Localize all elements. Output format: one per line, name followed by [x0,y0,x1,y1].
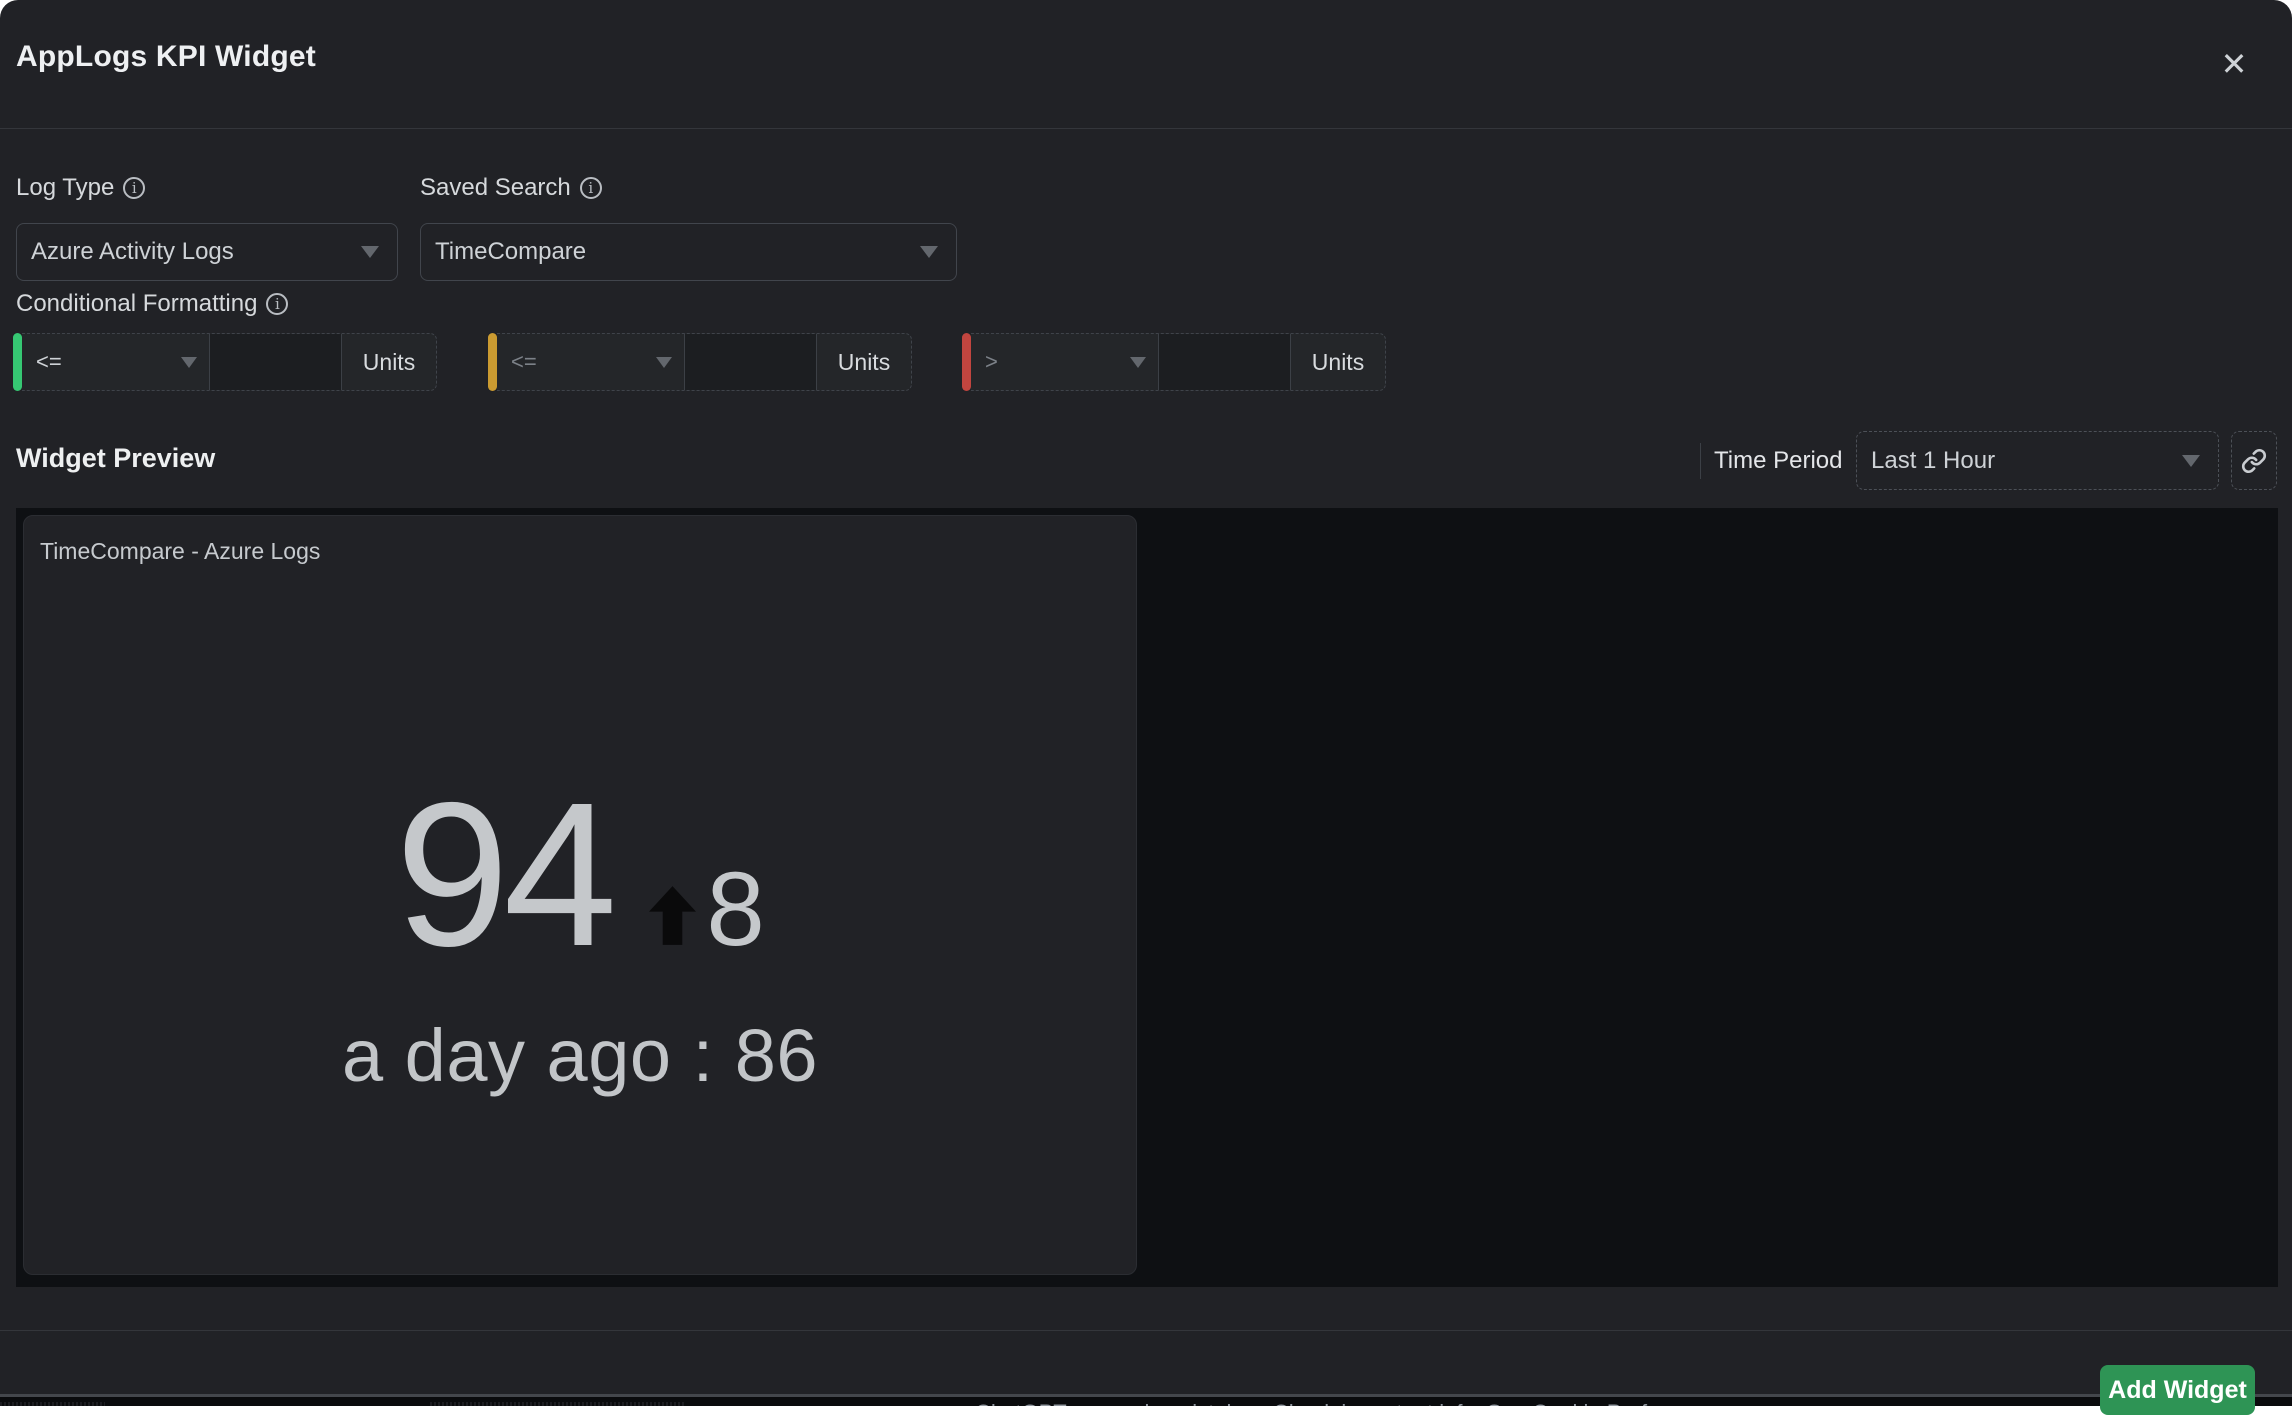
rule-operator-value: > [985,349,998,375]
chevron-down-icon [181,357,197,368]
rule-color-bar [488,333,497,391]
kpi-content: 94 8 a day ago : 86 [24,565,1136,1274]
info-icon[interactable]: i [123,177,145,199]
saved-search-label-row: Saved Search i [420,174,602,202]
time-period-dropdown[interactable]: Last 1 Hour [1856,431,2219,490]
chevron-down-icon [920,246,938,258]
vertical-divider [1700,443,1701,479]
widget-preview-heading: Widget Preview [16,443,215,474]
trend-up-arrow-icon [649,886,696,945]
info-icon[interactable]: i [580,177,602,199]
close-icon[interactable]: ✕ [2212,42,2256,86]
rule-operator-dropdown[interactable]: > [971,334,1158,390]
modal-title: AppLogs KPI Widget [16,40,316,74]
conditional-rule-amber: <= Units [488,333,912,391]
header-divider [0,128,2292,129]
log-type-dropdown[interactable]: Azure Activity Logs [16,223,398,281]
underlying-page-strip: ChatGPT can make mistakes. Check importa… [0,1394,2292,1406]
log-type-label-row: Log Type i [16,174,145,202]
rule-threshold-input[interactable] [1158,334,1291,390]
rule-operator-dropdown[interactable]: <= [497,334,684,390]
chevron-down-icon [656,357,672,368]
kpi-value: 94 [395,772,611,977]
rule-operator-value: <= [511,349,537,375]
log-type-value: Azure Activity Logs [31,238,234,266]
chevron-down-icon [1130,357,1146,368]
applogs-kpi-widget-modal: AppLogs KPI Widget ✕ Log Type i Saved Se… [0,0,2292,1394]
conditional-formatting-label-row: Conditional Formatting i [16,290,288,318]
rule-threshold-input[interactable] [209,334,342,390]
rule-units-label: Units [342,334,436,390]
page-artifact [430,1402,685,1406]
kpi-card-title: TimeCompare - Azure Logs [24,516,1136,565]
copy-link-button[interactable] [2231,431,2277,490]
rule-operator-dropdown[interactable]: <= [22,334,209,390]
add-widget-button[interactable]: Add Widget [2100,1365,2255,1415]
conditional-formatting-label: Conditional Formatting [16,290,257,318]
rule-color-bar [962,333,971,391]
chevron-down-icon [361,246,379,258]
log-type-label: Log Type [16,174,114,202]
conditional-rule-green: <= Units [13,333,437,391]
time-period-label: Time Period [1714,447,1842,475]
conditional-rule-red: > Units [962,333,1386,391]
rule-color-bar [13,333,22,391]
rule-units-label: Units [817,334,911,390]
rule-units-label: Units [1291,334,1385,390]
kpi-delta-value: 8 [706,857,764,962]
rule-operator-value: <= [36,349,62,375]
kpi-comparison-text: a day ago : 86 [342,1013,818,1098]
widget-preview-area: TimeCompare - Azure Logs 94 8 a day ago … [16,508,2278,1287]
page-artifact [0,1402,105,1406]
time-period-value: Last 1 Hour [1871,447,1995,475]
link-icon [2241,448,2267,474]
footer-divider [0,1330,2292,1331]
kpi-preview-card: TimeCompare - Azure Logs 94 8 a day ago … [23,515,1137,1275]
info-icon[interactable]: i [266,293,288,315]
chatgpt-disclaimer-text: ChatGPT can make mistakes. Check importa… [975,1400,1732,1406]
saved-search-label: Saved Search [420,174,571,202]
rule-threshold-input[interactable] [684,334,817,390]
saved-search-value: TimeCompare [435,238,586,266]
saved-search-dropdown[interactable]: TimeCompare [420,223,957,281]
chevron-down-icon [2182,455,2200,467]
